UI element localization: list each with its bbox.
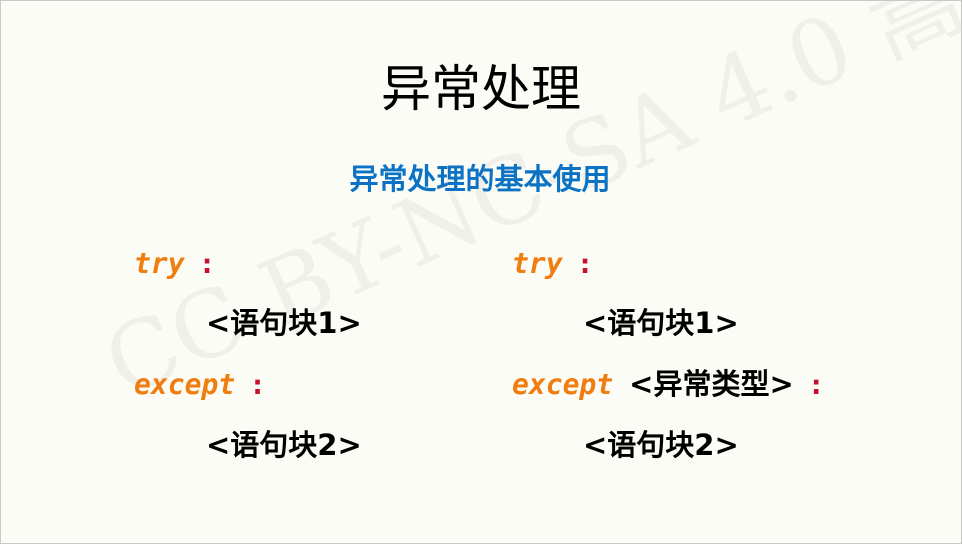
- left-block2: <语句块2>: [206, 428, 362, 462]
- right-try-line: try:: [512, 243, 593, 284]
- right-except-colon: :: [807, 368, 825, 401]
- left-try-colon: :: [198, 247, 216, 280]
- left-block1: <语句块1>: [206, 306, 362, 340]
- right-try-colon: :: [576, 247, 594, 280]
- right-block1: <语句块1>: [583, 306, 739, 340]
- right-try-keyword: try: [512, 247, 563, 280]
- slide-title: 异常处理: [381, 60, 581, 118]
- right-block1-line: <语句块1>: [583, 303, 739, 343]
- left-try-keyword: try: [134, 247, 185, 280]
- left-block1-line: <语句块1>: [206, 303, 362, 343]
- left-except-keyword: except: [134, 368, 236, 401]
- right-exception-type: <异常类型>: [629, 367, 794, 401]
- left-except-line: except:: [134, 364, 266, 405]
- right-block2: <语句块2>: [583, 428, 739, 462]
- left-except-colon: :: [249, 368, 267, 401]
- right-block2-line: <语句块2>: [583, 425, 739, 465]
- slide-subtitle: 异常处理的基本使用: [349, 162, 611, 196]
- slide: CC BY-NC-SA 4.0 嵩天 异常处理 异常处理的基本使用 try: <…: [0, 0, 962, 544]
- left-block2-line: <语句块2>: [206, 425, 362, 465]
- right-except-keyword: except: [512, 368, 614, 401]
- left-try-line: try:: [134, 243, 215, 284]
- right-except-line: except <异常类型>:: [512, 364, 825, 405]
